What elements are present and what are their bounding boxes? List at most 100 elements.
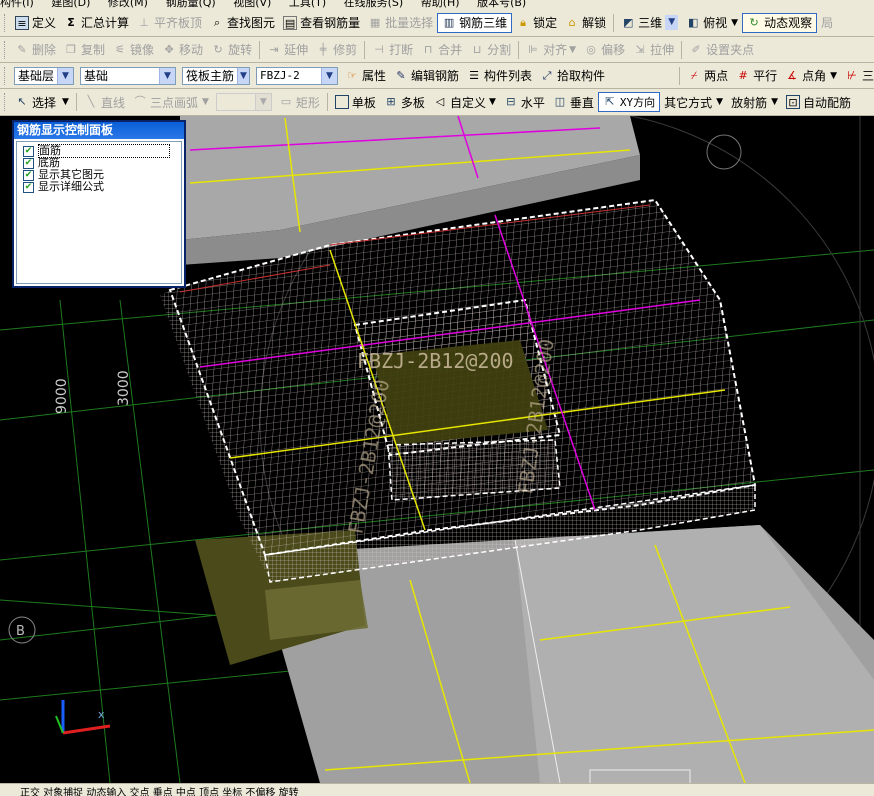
axis-label-b: B (16, 624, 25, 639)
xy-direction-button[interactable]: ⇱ XY方向 (597, 92, 661, 112)
stretch-button[interactable]: ⇲ 拉伸 (629, 40, 678, 60)
point-angle-dropdown[interactable]: ∡ 点角 ▼ (781, 66, 841, 86)
separator (75, 93, 77, 111)
move-icon: ✥ (164, 42, 174, 56)
line-button[interactable]: ╲ 直线 (80, 92, 129, 112)
chevron-down-icon: ▼ (569, 44, 577, 55)
menu-item[interactable]: 版本号(B) (477, 0, 526, 9)
rect-button[interactable]: ▭ 矩形 (275, 92, 324, 112)
edit-rebar-button[interactable]: ✎ 编辑钢筋 (390, 66, 463, 86)
menu-item[interactable]: 钢筋量(Q) (165, 0, 215, 9)
view3d-dropdown[interactable]: ◩ 三维 ▼ (617, 13, 682, 33)
offset-button[interactable]: ◎ 偏移 (580, 40, 629, 60)
single-slab-icon (334, 95, 349, 109)
align-slab-top-button[interactable]: ⊥ 平齐板顶 (133, 13, 206, 33)
toolbar-grip[interactable] (4, 66, 8, 85)
vertical-button[interactable]: ◫ 垂直 (549, 92, 598, 112)
mirror-button[interactable]: ⚟ 镜像 (109, 40, 158, 60)
trim-icon: ╪ (319, 42, 327, 56)
top-view-icon: ◧ (687, 15, 699, 29)
align-dropdown[interactable]: ⊫ 对齐 ▼ (522, 40, 580, 60)
parallel-button[interactable]: # 平行 (732, 66, 781, 86)
extend-icon: ⇥ (269, 42, 279, 56)
menu-item[interactable]: 构件(I) (0, 0, 34, 9)
separator (364, 40, 366, 59)
top-view-dropdown[interactable]: ◧ 俯视 ▼ (682, 13, 742, 33)
copy-button[interactable]: ❐ 复制 (60, 40, 109, 60)
point-angle-icon: ∡ (787, 68, 798, 82)
layer-select[interactable]: 基础层 ▼ (14, 66, 74, 85)
panel-title: 钢筋显示控制面板 (14, 122, 184, 139)
vertical-icon: ◫ (554, 95, 566, 108)
xy-direction-icon: ⇱ (605, 95, 615, 108)
parallel-icon: # (738, 68, 748, 82)
other-way-dropdown[interactable]: 其它方式 ▼ (660, 92, 727, 112)
unlock-button[interactable]: ⌂ 解锁 (561, 13, 610, 33)
split-button[interactable]: ⊔ 分割 (466, 40, 515, 60)
menu-item[interactable]: 帮助(H) (421, 0, 460, 9)
three-points-button[interactable]: ⊬三点轴 (841, 66, 874, 86)
mirror-icon: ⚟ (115, 42, 125, 56)
dimension-9000: 9000 (54, 378, 70, 414)
chevron-down-icon: ▼ (665, 15, 679, 30)
move-button[interactable]: ✥ 移动 (158, 40, 207, 60)
rebar-3d-button[interactable]: ▥ 钢筋三维 (437, 12, 513, 33)
auto-rebar-button[interactable]: ⊡ 自动配筋 (782, 92, 855, 112)
svg-text:x: x (98, 708, 105, 721)
two-points-button[interactable]: ⌿ 两点 (683, 66, 732, 86)
radial-rebar-dropdown[interactable]: 放射筋 ▼ (727, 92, 782, 112)
merge-button[interactable]: ⊓ 合并 (417, 40, 466, 60)
view-rebar-button[interactable]: ▤ 查看钢筋量 (279, 13, 364, 33)
check-icon: ✔ (23, 169, 34, 181)
separator (613, 13, 615, 32)
arc-param-select[interactable]: ▼ (215, 93, 272, 111)
extend-button[interactable]: ⇥ 延伸 (263, 40, 312, 60)
break-button[interactable]: ⊣ 打断 (368, 40, 417, 60)
define-button[interactable]: ≡ 定义 (11, 13, 60, 33)
delete-button[interactable]: ✎ 删除 (11, 40, 60, 60)
toolbar-grip[interactable] (4, 13, 8, 32)
toolbar-overflow[interactable]: 局 (817, 13, 837, 33)
toolbar-element: 基础层 ▼ 基础 ▼ 筏板主筋 ▼ FBZJ-2 ▼ ☞ 属性 ✎ 编辑钢筋 ☰ 构件列表 ⤢… (0, 63, 874, 89)
select-dropdown[interactable]: ↖ 选择 ▼ (11, 92, 73, 112)
menu-item[interactable]: 修改(M) (108, 0, 148, 9)
break-icon: ⊣ (374, 42, 384, 56)
rebar-type-select[interactable]: 筏板主筋 ▼ (182, 66, 250, 85)
category-select[interactable]: 基础 ▼ (80, 66, 176, 85)
arc-dropdown[interactable]: ⌒ 三点画弧 ▼ (129, 92, 213, 112)
offset-icon: ◎ (586, 42, 596, 56)
lock-button[interactable]: 🔒︎ 锁定 (512, 13, 561, 33)
element-select[interactable]: FBZJ-2 ▼ (256, 66, 338, 85)
rotate-button[interactable]: ↻ 旋转 (207, 40, 256, 60)
multi-slab-button[interactable]: ⊞ 多板 (380, 92, 429, 112)
summary-button[interactable]: Σ 汇总计算 (60, 13, 133, 33)
check-icon: ✔ (23, 181, 34, 193)
checkbox-show-formula[interactable]: ✔ 显示详细公式 (17, 181, 181, 193)
chevron-down-icon: ▼ (159, 67, 175, 84)
chevron-down-icon: ▼ (488, 97, 496, 107)
align-top-icon: ⊥ (139, 15, 149, 29)
pick-element-button[interactable]: ⤢ 拾取构件 (536, 66, 609, 86)
property-button[interactable]: ☞ 属性 (341, 66, 390, 86)
toolbar-grip[interactable] (4, 40, 8, 59)
multi-slab-icon: ⊞ (386, 95, 396, 108)
custom-dropdown[interactable]: ◁ 自定义 ▼ (429, 92, 500, 112)
rect-icon: ▭ (280, 95, 292, 108)
menu-bar: 构件(I) 建图(D) 修改(M) 钢筋量(Q) 视图(V) 工具(T) 在线服… (0, 0, 874, 9)
set-grip-button[interactable]: ✐ 设置夹点 (685, 40, 758, 60)
grip-icon: ✐ (691, 42, 701, 56)
menu-item[interactable]: 工具(T) (289, 0, 326, 9)
batch-select-button[interactable]: ▦ 批量选择 (364, 13, 437, 33)
menu-item[interactable]: 在线服务(S) (344, 0, 404, 9)
chevron-down-icon: ▼ (201, 97, 209, 107)
element-list-button[interactable]: ☰ 构件列表 (463, 66, 536, 86)
cursor-icon: ↖ (17, 95, 27, 108)
horizontal-button[interactable]: ⊟ 水平 (500, 92, 549, 112)
trim-button[interactable]: ╪ 修剪 (312, 40, 361, 60)
toolbar-grip[interactable] (4, 93, 8, 111)
single-slab-button[interactable]: 单板 (331, 92, 380, 112)
menu-item[interactable]: 建图(D) (51, 0, 90, 9)
menu-item[interactable]: 视图(V) (233, 0, 271, 9)
find-element-button[interactable]: ⌕ 查找图元 (206, 13, 279, 33)
dynamic-view-button[interactable]: ↻ 动态观察 (742, 12, 818, 33)
